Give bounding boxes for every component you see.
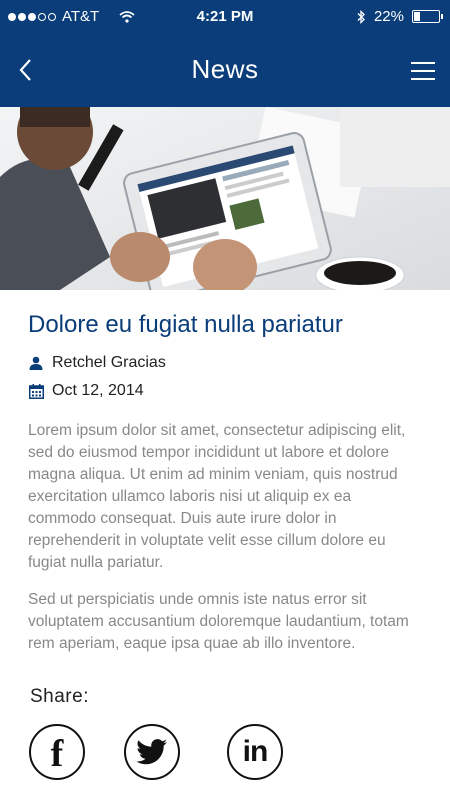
bluetooth-icon	[357, 9, 366, 24]
battery-icon	[412, 10, 443, 23]
menu-button[interactable]	[406, 56, 440, 86]
article-paragraph-2: Sed ut perspiciatis unde omnis iste natu…	[28, 591, 409, 652]
linkedin-share-button[interactable]: in	[227, 724, 283, 780]
linkedin-icon: in	[242, 735, 269, 768]
date-row: Oct 12, 2014	[28, 378, 422, 404]
hero-image	[0, 107, 450, 290]
article-title: Dolore eu fugiat nulla pariatur	[28, 311, 343, 338]
status-bar: AT&T 4:21 PM 22%	[0, 0, 450, 34]
status-right: 22%	[357, 8, 443, 25]
facebook-icon: f	[50, 733, 64, 775]
user-icon	[28, 355, 44, 371]
nav-bar: News	[0, 34, 450, 107]
twitter-icon	[136, 739, 168, 765]
share-label: Share:	[30, 686, 89, 707]
page-title: News	[191, 54, 259, 84]
facebook-share-button[interactable]: f	[29, 724, 85, 780]
twitter-share-button[interactable]	[124, 724, 180, 780]
article: Dolore eu fugiat nulla pariatur Retchel …	[28, 308, 422, 655]
article-paragraph-1: Lorem ipsum dolor sit amet, consectetur …	[28, 422, 406, 571]
article-date: Oct 12, 2014	[52, 382, 144, 399]
battery-percent: 22%	[373, 8, 404, 25]
calendar-icon	[28, 383, 44, 399]
author-row: Retchel Gracias	[28, 350, 422, 376]
hamburger-menu-icon	[411, 62, 435, 64]
author-name: Retchel Gracias	[52, 354, 166, 371]
battery-fill	[414, 12, 420, 21]
